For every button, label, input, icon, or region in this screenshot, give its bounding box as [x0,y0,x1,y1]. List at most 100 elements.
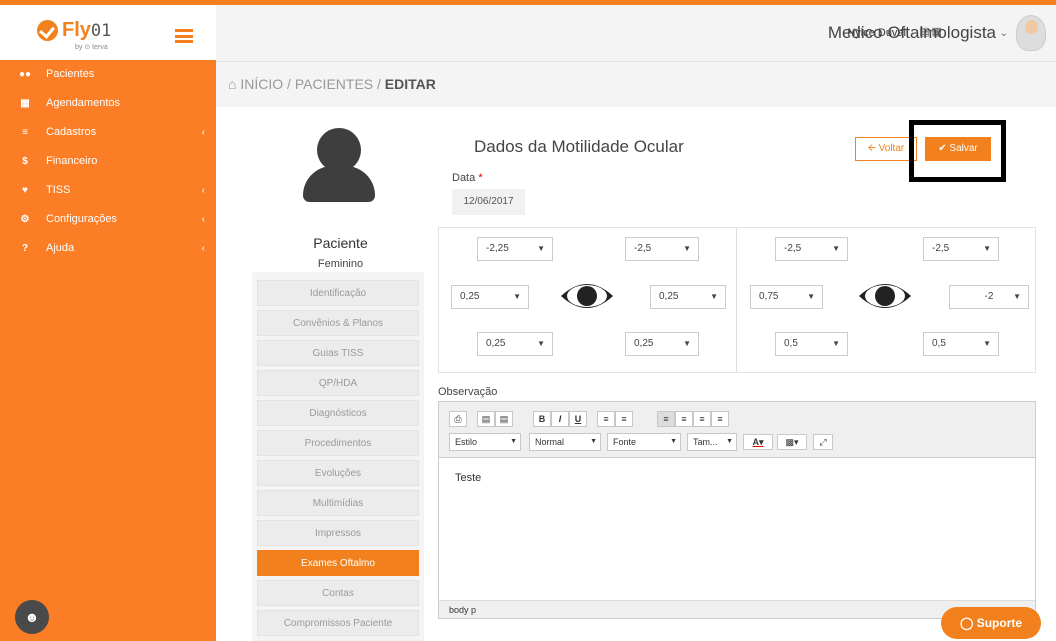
logo-icon [37,20,58,41]
numbered-list-icon[interactable]: ≡ [597,411,615,427]
avatar[interactable] [1016,15,1046,51]
format-dropdown[interactable]: Normal ▼ [529,433,601,451]
patient-menu-item[interactable]: Compromissos Paciente [257,610,419,636]
align-justify-icon[interactable]: ≡ [711,411,729,427]
patient-menu-item[interactable]: Exames Oftalmo [257,550,419,576]
left-eye-mid-left-select[interactable]: 0,75 ▼ [750,285,823,309]
size-dropdown[interactable]: Tam... ▼ [687,433,737,451]
brand-name: Fly [62,19,91,41]
patient-menu-item[interactable]: Multimídias [257,490,419,516]
users-icon: ●● [18,69,32,80]
sidebar-item-ajuda[interactable]: ? Ajuda ‹ [0,234,216,263]
breadcrumb-separator: / [287,76,291,92]
patient-menu-item[interactable]: Convênios & Planos [257,310,419,336]
left-eye-mid-right-select[interactable]: -2 ▼ [949,285,1029,309]
right-eye-mid-right-select[interactable]: 0,25 ▼ [650,285,726,309]
right-eye-bottom-right-select[interactable]: 0,25 ▼ [625,332,699,356]
sidebar-item-label: Configurações [46,213,117,225]
patient-menu-item[interactable]: Procedimentos [257,430,419,456]
main-content: Paciente Feminino Identificação Convênios… [228,115,1056,641]
right-eye-top-left-select[interactable]: -2,25 ▼ [477,237,553,261]
sidebar-item-label: Pacientes [46,68,95,80]
background-color-icon[interactable]: ▩▾ [777,434,807,450]
eye-icon [561,284,613,308]
patient-menu-item[interactable]: Guias TISS [257,340,419,366]
arrow-left-icon: 🡨 [867,143,879,154]
sidebar-item-tiss[interactable]: ♥ TISS ‹ [0,176,216,205]
right-eye-mid-left-select[interactable]: 0,25 ▼ [451,285,529,309]
breadcrumb-section[interactable]: PACIENTES [295,76,373,92]
sidebar-item-label: TISS [46,184,71,196]
sidebar-item-financeiro[interactable]: $ Financeiro [0,147,216,176]
left-eye-bottom-left-select[interactable]: 0,5 ▼ [775,332,848,356]
rich-text-editor: ⎙ ▤ ▤ B I U ≡ ≡ ≡ ≡ ≡ ≡ Estilo ▼ Normal ▼ … [438,401,1036,619]
paste-icon[interactable]: ▤ [477,411,495,427]
observation-label: Observação [438,386,498,398]
font-dropdown[interactable]: Fonte ▼ [607,433,681,451]
bullet-list-icon[interactable]: ≡ [615,411,633,427]
highlight-box [909,120,1006,182]
breadcrumb-home[interactable]: INÍCIO [240,76,283,92]
sidebar-item-cadastros[interactable]: ≡ Cadastros ‹ [0,118,216,147]
sidebar-item-agendamentos[interactable]: ▦ Agendamentos [0,89,216,118]
sidebar: Fly01 by ⊙ terva ●● Pacientes ▦ Agendamento… [0,0,216,641]
text-color-icon[interactable]: A▾ [743,434,773,450]
gear-icon: ⚙ [20,214,30,225]
underline-icon[interactable]: U [569,411,587,427]
sidebar-item-pacientes[interactable]: ●● Pacientes [0,60,216,89]
align-right-icon[interactable]: ≡ [693,411,711,427]
home-icon[interactable]: ⌂ [228,76,236,92]
right-eye-bottom-left-select[interactable]: 0,25 ▼ [477,332,553,356]
page-title: Dados da Motilidade Ocular [474,137,684,156]
date-label-text: Data [452,172,476,184]
patient-sex: Feminino [317,258,364,270]
patient-menu-item[interactable]: Diagnósticos [257,400,419,426]
italic-icon[interactable]: I [551,411,569,427]
right-eye-top-right-select[interactable]: -2,5 ▼ [625,237,699,261]
patient-menu-item[interactable]: Identificação [257,280,419,306]
patient-menu-item[interactable]: Evoluções [257,460,419,486]
patient-menu-item[interactable]: Impressos [257,520,419,546]
app-logo[interactable]: Fly01 by ⊙ terva [0,0,216,60]
chat-icon[interactable]: ☻ [15,600,49,634]
patient-menu: Identificação Convênios & Planos Guias TIS… [252,272,424,641]
divider [736,228,737,372]
voltar-button[interactable]: 🡨 Voltar [855,137,917,161]
date-input[interactable]: 12/06/2017 [452,189,525,215]
motility-panel: -2,25 ▼ -2,5 ▼ 0,25 ▼ 0,25 ▼ 0,25 ▼ 0,25 ▼ -2,… [438,227,1036,373]
print-icon[interactable]: ⎙ [449,411,467,427]
brand-byline: by ⊙ terva [75,44,108,51]
chevron-down-icon[interactable]: ⌄ [1000,28,1008,39]
patient-menu-item[interactable]: QP/HDA [257,370,419,396]
align-center-icon[interactable]: ≡ [675,411,693,427]
paste-text-icon[interactable]: ▤ [495,411,513,427]
hamburger-menu-icon[interactable] [175,29,193,43]
topbar: Nylce Duval ▤▦ Medico Oftalmologista ⌄ [216,0,1056,62]
support-button[interactable]: ◯ Suporte [941,607,1041,639]
calendar-icon: ▦ [20,98,30,109]
left-eye-top-right-select[interactable]: -2,5 ▼ [923,237,999,261]
left-eye-bottom-right-select[interactable]: 0,5 ▼ [923,332,999,356]
editor-toolbar: ⎙ ▤ ▤ B I U ≡ ≡ ≡ ≡ ≡ ≡ Estilo ▼ Normal ▼ … [439,402,1035,458]
sidebar-nav: ●● Pacientes ▦ Agendamentos ≡ Cadastros ‹ $ Fina… [0,60,216,263]
editor-body[interactable]: Teste [439,458,1035,600]
sidebar-item-label: Cadastros [46,126,97,138]
bold-icon[interactable]: B [533,411,551,427]
align-left-icon[interactable]: ≡ [657,411,675,427]
question-icon: ? [21,243,29,254]
brand-suffix: 01 [90,21,112,41]
voltar-label: Voltar [878,143,905,154]
required-mark: * [478,172,483,184]
patient-label: Paciente [313,235,368,251]
left-eye-top-left-select[interactable]: -2,5 ▼ [775,237,848,261]
breadcrumb-current: EDITAR [384,76,436,92]
support-label: Suporte [976,616,1023,630]
role-selector[interactable]: Medico Oftalmologista [828,23,996,43]
style-dropdown[interactable]: Estilo ▼ [449,433,521,451]
eye-icon [859,284,911,308]
chevron-left-icon: ‹ [201,243,205,254]
sidebar-item-configuracoes[interactable]: ⚙ Configurações ‹ [0,205,216,234]
maximize-icon[interactable]: ⤢ [813,434,833,450]
sidebar-item-label: Ajuda [46,242,75,254]
patient-menu-item[interactable]: Contas [257,580,419,606]
